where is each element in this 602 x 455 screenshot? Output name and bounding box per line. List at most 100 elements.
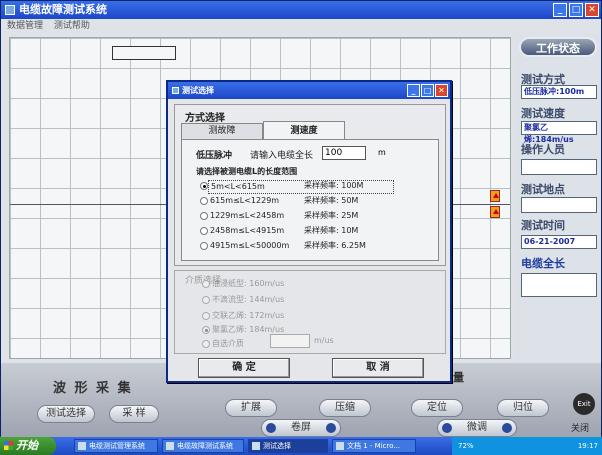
test-select-label: 测试选择 <box>46 408 86 419</box>
title-bar: 电缆故障测试系统 _ □ ✕ <box>1 1 601 19</box>
system-tray: 72% 19:17 <box>452 437 602 455</box>
medium-option-5[interactable]: 自选介质 <box>202 338 244 350</box>
test-speed-label: 测试速度 <box>521 107 565 120</box>
freq-text: 采样频率: 10M <box>304 226 359 235</box>
range-text: 1229m≤L<2458m <box>210 211 285 220</box>
cable-length-field[interactable] <box>521 273 597 297</box>
radio-icon[interactable] <box>200 197 208 205</box>
close-label[interactable]: 关闭 <box>571 421 589 434</box>
medium-text: 交联乙烯: 172m/us <box>212 311 285 320</box>
up-marker-icon[interactable] <box>490 190 500 202</box>
range-text: 5m<L<615m <box>208 180 394 194</box>
range-text: 615m≤L<1229m <box>210 196 280 205</box>
pulse-hint: 请输入电缆全长 <box>250 151 314 161</box>
freq-text: 采样频率: 25M <box>304 211 359 220</box>
radio-icon[interactable] <box>200 242 208 250</box>
cursor-box[interactable] <box>112 46 176 60</box>
freq-text: 采样频率: 100M <box>304 181 364 190</box>
start-button[interactable]: 开始 <box>0 437 56 455</box>
mode-group-title: 方式选择 <box>185 113 225 124</box>
custom-medium-unit: m/us <box>314 336 334 345</box>
medium-text: 自选介质 <box>212 339 244 348</box>
cable-length-label: 电缆全长 <box>521 257 565 270</box>
scroll-control[interactable]: 卷屏 <box>261 419 341 437</box>
clock: 19:17 <box>577 442 598 450</box>
operator-field[interactable] <box>521 159 597 175</box>
right-panel: 工作状态 测试方式 低压脉冲:100m 测试速度 聚氯乙烯:184m/us 操作… <box>515 33 601 363</box>
freq-text: 采样频率: 50M <box>304 196 359 205</box>
menu-test-help[interactable]: 测试帮助 <box>54 21 90 31</box>
time-label: 测试时间 <box>521 219 565 232</box>
radio-icon[interactable] <box>202 326 210 334</box>
length-input[interactable]: 100 <box>322 146 366 160</box>
medium-text: 聚氯乙烯: 184m/us <box>212 325 285 334</box>
length-unit: m <box>378 148 386 157</box>
fine-tune-control[interactable]: 微调 <box>437 419 517 437</box>
down-marker-icon[interactable] <box>490 206 500 218</box>
radio-icon[interactable] <box>200 227 208 235</box>
scroll-left-icon[interactable] <box>266 423 276 433</box>
reset-button[interactable]: 归位 <box>497 399 549 417</box>
task-management-system[interactable]: 电缆测试管理系统 <box>74 439 158 453</box>
task-fault-system[interactable]: 电缆故障测试系统 <box>162 439 244 453</box>
work-status-button[interactable]: 工作状态 <box>519 37 597 57</box>
cancel-button[interactable]: 取 消 <box>332 358 424 378</box>
menu-data-management[interactable]: 数据管理 <box>7 21 43 31</box>
medium-text: 油浸纸型: 160m/us <box>212 279 285 288</box>
sample-button[interactable]: 采 样 <box>109 405 159 423</box>
radio-icon[interactable] <box>202 340 210 348</box>
partial-label: 量 <box>453 371 464 384</box>
speed-tab-panel: 低压脉冲 请输入电缆全长 100 m 请选择被测电缆L的长度范围 5m<L<61… <box>181 139 439 261</box>
radio-icon[interactable] <box>202 280 210 288</box>
time-value: 06-21-2007 <box>521 235 597 249</box>
tab-speed[interactable]: 测速度 <box>263 121 345 139</box>
test-select-dialog: 测试选择 _ □ ✕ 方式选择 测故障 测速度 低压脉冲 请输入电缆全长 100… <box>166 80 452 383</box>
taskbar: 开始 电缆测试管理系统 电缆故障测试系统 测试选择 文档 1 - Micro..… <box>0 437 602 455</box>
radio-icon[interactable] <box>202 312 210 320</box>
medium-text: 不滴流型: 144m/us <box>212 295 285 304</box>
exit-button[interactable]: Exit <box>573 393 595 415</box>
maximize-button[interactable]: □ <box>569 3 583 17</box>
range-title: 请选择被测电缆L的长度范围 <box>196 167 298 176</box>
reset-label: 归位 <box>513 402 533 413</box>
radio-icon[interactable] <box>200 182 208 190</box>
range-text: 2458m≤L<4915m <box>210 226 285 235</box>
expand-button[interactable]: 扩展 <box>225 399 277 417</box>
test-select-button[interactable]: 测试选择 <box>37 405 95 423</box>
locate-button[interactable]: 定位 <box>411 399 463 417</box>
location-label: 测试地点 <box>521 183 565 196</box>
dialog-title-bar: 测试选择 _ □ ✕ <box>168 82 450 99</box>
fine-left-icon[interactable] <box>442 423 452 433</box>
dialog-title: 测试选择 <box>182 86 214 95</box>
fine-tune-label: 微调 <box>467 422 487 433</box>
ok-button[interactable]: 确 定 <box>198 358 290 378</box>
dialog-close-button[interactable]: ✕ <box>435 84 448 97</box>
dialog-maximize-button[interactable]: □ <box>421 84 434 97</box>
test-mode-value: 低压脉冲:100m <box>521 85 597 99</box>
tray-text: 72% <box>458 442 474 450</box>
minimize-button[interactable]: _ <box>553 3 567 17</box>
custom-medium-input[interactable] <box>270 334 310 348</box>
dialog-app-icon <box>172 87 179 94</box>
radio-icon[interactable] <box>200 212 208 220</box>
task-test-select[interactable]: 测试选择 <box>248 439 328 453</box>
range-text: 4915m≤L<50000m <box>210 241 290 250</box>
compress-button[interactable]: 压缩 <box>319 399 371 417</box>
expand-label: 扩展 <box>241 402 261 413</box>
close-button[interactable]: ✕ <box>585 3 599 17</box>
medium-option-2[interactable]: 不滴流型: 144m/us <box>202 294 285 306</box>
tab-fault[interactable]: 测故障 <box>181 123 263 139</box>
fine-right-icon[interactable] <box>502 423 512 433</box>
dialog-minimize-button[interactable]: _ <box>407 84 420 97</box>
location-field[interactable] <box>521 197 597 213</box>
scroll-right-icon[interactable] <box>326 423 336 433</box>
window-title: 电缆故障测试系统 <box>19 3 107 16</box>
task-word-doc[interactable]: 文档 1 - Micro... <box>332 439 416 453</box>
medium-option-3[interactable]: 交联乙烯: 172m/us <box>202 310 285 322</box>
radio-icon[interactable] <box>202 296 210 304</box>
operator-label: 操作人员 <box>521 143 565 156</box>
medium-option-1[interactable]: 油浸纸型: 160m/us <box>202 278 285 290</box>
locate-label: 定位 <box>427 402 447 413</box>
compress-label: 压缩 <box>335 402 355 413</box>
mode-group: 方式选择 测故障 测速度 低压脉冲 请输入电缆全长 100 m 请选择被测电缆L… <box>174 104 446 266</box>
